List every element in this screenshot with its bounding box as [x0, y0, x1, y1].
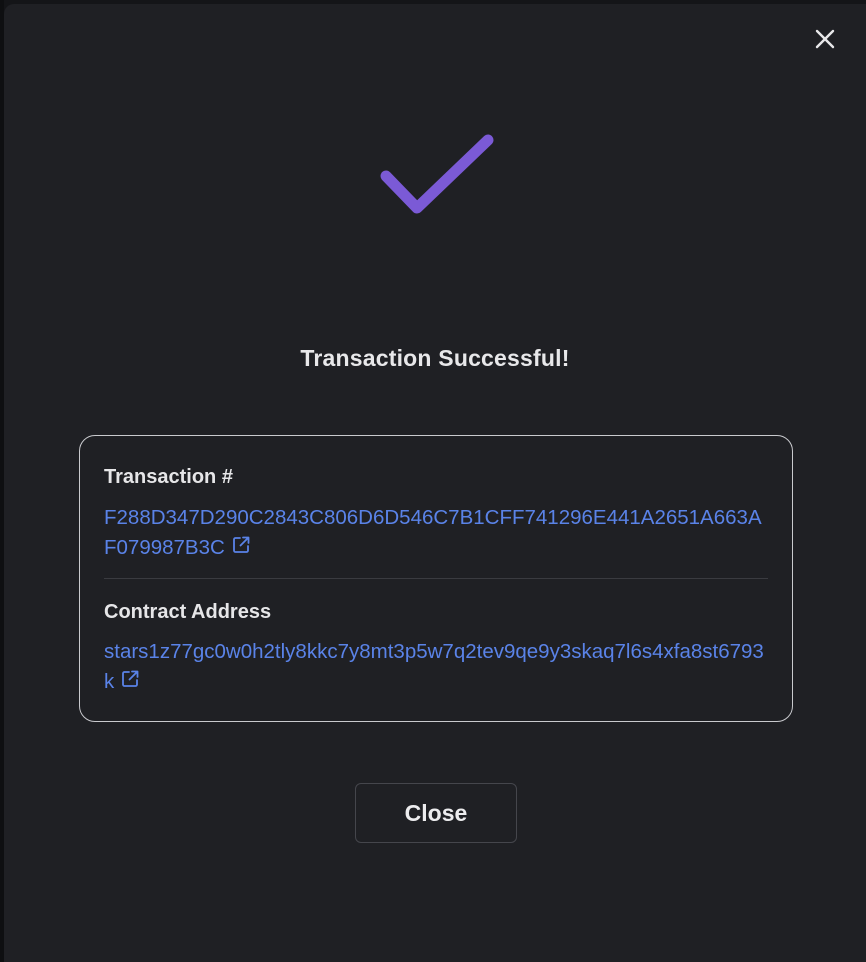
close-icon[interactable]: [810, 24, 840, 54]
transaction-hash-link[interactable]: F288D347D290C2843C806D6D546C7B1CFF741296…: [104, 503, 768, 564]
transaction-details-card: Transaction # F288D347D290C2843C806D6D54…: [79, 435, 793, 722]
contract-address-label: Contract Address: [104, 601, 272, 623]
close-button[interactable]: Close: [355, 783, 517, 843]
external-link-icon[interactable]: [120, 668, 140, 698]
contract-address-text[interactable]: stars1z77gc0w0h2tly8kkc7y8mt3p5w7q2tev9q…: [104, 640, 764, 693]
transaction-hash-text[interactable]: F288D347D290C2843C806D6D546C7B1CFF741296…: [104, 506, 762, 559]
section-divider: [104, 578, 768, 579]
modal-title: Transaction Successful!: [300, 345, 570, 371]
contract-address-link[interactable]: stars1z77gc0w0h2tly8kkc7y8mt3p5w7q2tev9q…: [104, 637, 768, 698]
transaction-success-modal: Transaction Successful! Transaction # F2…: [4, 4, 866, 962]
transaction-label: Transaction #: [104, 466, 233, 488]
external-link-icon[interactable]: [231, 534, 251, 564]
checkmark-icon: [377, 128, 503, 222]
